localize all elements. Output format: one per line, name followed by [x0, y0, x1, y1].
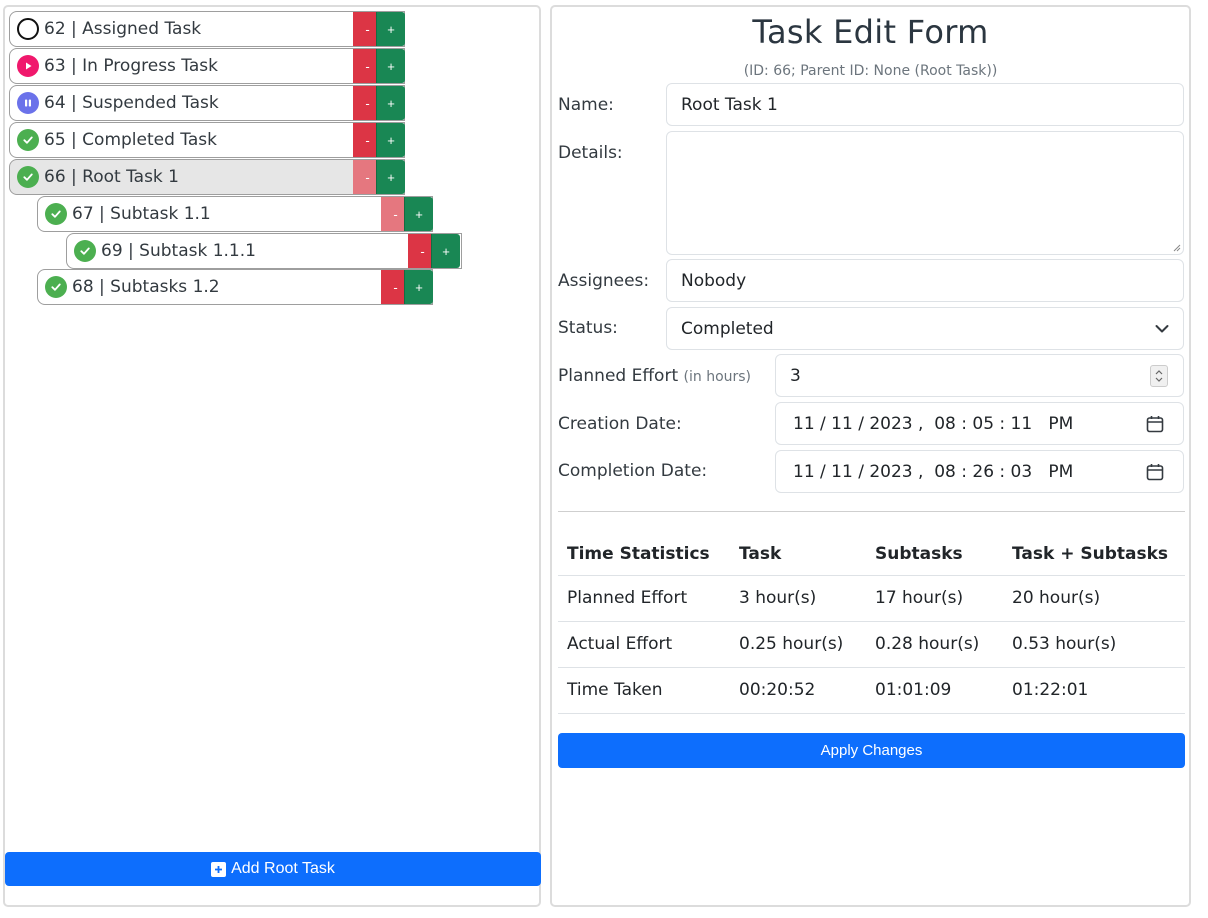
- task-row-64[interactable]: 64 | Suspended Task - +: [9, 85, 405, 121]
- table-row: Actual Effort 0.25 hour(s) 0.28 hour(s) …: [558, 621, 1185, 668]
- assignees-label: Assignees:: [558, 271, 650, 291]
- table-row: Time Taken 00:20:52 01:01:09 01:22:01: [558, 667, 1185, 714]
- play-icon: [17, 55, 39, 77]
- name-input[interactable]: Root Task 1: [666, 83, 1184, 126]
- add-subtask-button[interactable]: +: [376, 49, 405, 83]
- add-subtask-button[interactable]: +: [404, 197, 433, 231]
- check-icon: [17, 129, 39, 151]
- task-row-68[interactable]: 68 | Subtasks 1.2 - +: [37, 269, 433, 305]
- check-icon: [45, 203, 67, 225]
- task-row-67[interactable]: 67 | Subtask 1.1 - +: [37, 196, 433, 232]
- add-subtask-button[interactable]: +: [376, 86, 405, 120]
- task-label: 67 | Subtask 1.1: [72, 204, 211, 224]
- task-label: 68 | Subtasks 1.2: [72, 277, 220, 297]
- table-cell: Actual Effort: [558, 621, 730, 668]
- check-icon: [45, 276, 67, 298]
- add-subtask-button[interactable]: +: [376, 123, 405, 157]
- calendar-icon[interactable]: [1146, 415, 1164, 433]
- task-label: 63 | In Progress Task: [44, 56, 219, 76]
- task-label: 69 | Subtask 1.1.1: [101, 241, 256, 261]
- table-cell: 20 hour(s): [1003, 575, 1185, 622]
- planned-effort-label-text: Planned Effort: [558, 366, 679, 386]
- empty-circle-icon: [17, 18, 39, 40]
- number-spinner-icon[interactable]: [1150, 364, 1168, 387]
- table-cell: 3 hour(s): [730, 575, 866, 622]
- task-label: 66 | Root Task 1: [44, 167, 179, 187]
- task-row-69[interactable]: 69 | Subtask 1.1.1 - +: [66, 233, 462, 269]
- time-statistics-table: Time Statistics Task Subtasks Task + Sub…: [558, 533, 1185, 714]
- planned-effort-input[interactable]: 3: [775, 354, 1184, 397]
- table-cell: 17 hour(s): [866, 575, 1003, 622]
- task-row-65[interactable]: 65 | Completed Task - +: [9, 122, 405, 158]
- task-label: 62 | Assigned Task: [44, 19, 202, 39]
- add-root-task-button[interactable]: Add Root Task: [5, 852, 541, 886]
- table-cell: 00:20:52: [730, 667, 866, 714]
- pause-icon: [17, 92, 39, 114]
- planned-effort-hint: (in hours): [683, 369, 752, 385]
- plus-square-icon: [211, 861, 227, 877]
- resize-grip-icon[interactable]: [1172, 243, 1181, 252]
- task-label: 64 | Suspended Task: [44, 93, 219, 113]
- add-root-task-label: Add Root Task: [231, 860, 335, 877]
- table-cell: 0.25 hour(s): [730, 621, 866, 668]
- add-subtask-button[interactable]: +: [376, 12, 405, 46]
- task-row-62[interactable]: 62 | Assigned Task - +: [9, 11, 405, 47]
- name-label: Name:: [558, 95, 614, 115]
- task-row-63[interactable]: 63 | In Progress Task - +: [9, 48, 405, 84]
- completion-date-value: 11 / 11 / 2023 , 08 : 26 : 03 PM: [793, 461, 1074, 482]
- details-label: Details:: [558, 143, 623, 163]
- table-cell: 01:01:09: [866, 667, 1003, 714]
- completion-date-label: Completion Date:: [558, 461, 708, 481]
- task-tree-panel: 62 | Assigned Task - + 63 | In Progress …: [3, 5, 541, 907]
- calendar-icon[interactable]: [1146, 463, 1164, 481]
- column-header: Time Statistics: [558, 533, 730, 576]
- assignees-input[interactable]: Nobody: [666, 259, 1184, 302]
- name-value: Root Task 1: [681, 94, 778, 115]
- completion-date-input[interactable]: 11 / 11 / 2023 , 08 : 26 : 03 PM: [775, 450, 1184, 493]
- check-icon: [17, 166, 39, 188]
- column-header: Subtasks: [866, 533, 1003, 576]
- task-label: 65 | Completed Task: [44, 130, 217, 150]
- table-cell: Planned Effort: [558, 575, 730, 622]
- creation-date-input[interactable]: 11 / 11 / 2023 , 08 : 05 : 11 PM: [775, 402, 1184, 445]
- add-subtask-button[interactable]: +: [431, 234, 460, 268]
- planned-effort-value: 3: [790, 365, 801, 386]
- table-cell: 01:22:01: [1003, 667, 1185, 714]
- table-header-row: Time Statistics Task Subtasks Task + Sub…: [558, 533, 1185, 576]
- form-title: Task Edit Form: [752, 13, 989, 51]
- table-row: Planned Effort 3 hour(s) 17 hour(s) 20 h…: [558, 575, 1185, 622]
- creation-date-value: 11 / 11 / 2023 , 08 : 05 : 11 PM: [793, 413, 1074, 434]
- divider: [558, 511, 1185, 512]
- table-cell: 0.28 hour(s): [866, 621, 1003, 668]
- status-select[interactable]: Completed: [666, 307, 1184, 350]
- apply-changes-button[interactable]: Apply Changes: [558, 733, 1185, 768]
- column-header: Task + Subtasks: [1003, 533, 1185, 576]
- add-subtask-button[interactable]: +: [376, 160, 405, 194]
- table-cell: Time Taken: [558, 667, 730, 714]
- status-value: Completed: [681, 318, 774, 339]
- table-cell: 0.53 hour(s): [1003, 621, 1185, 668]
- details-textarea[interactable]: [666, 131, 1184, 255]
- check-icon: [74, 240, 96, 262]
- column-header: Task: [730, 533, 866, 576]
- task-row-66[interactable]: 66 | Root Task 1 - +: [9, 159, 405, 195]
- form-subtitle: (ID: 66; Parent ID: None (Root Task)): [743, 63, 998, 79]
- add-subtask-button[interactable]: +: [404, 270, 433, 304]
- assignees-value: Nobody: [681, 270, 747, 291]
- status-label: Status:: [558, 318, 618, 338]
- planned-effort-label: Planned Effort (in hours): [558, 366, 751, 386]
- creation-date-label: Creation Date:: [558, 414, 682, 434]
- task-edit-panel: Task Edit Form (ID: 66; Parent ID: None …: [550, 5, 1191, 907]
- chevron-down-icon: [1155, 324, 1169, 332]
